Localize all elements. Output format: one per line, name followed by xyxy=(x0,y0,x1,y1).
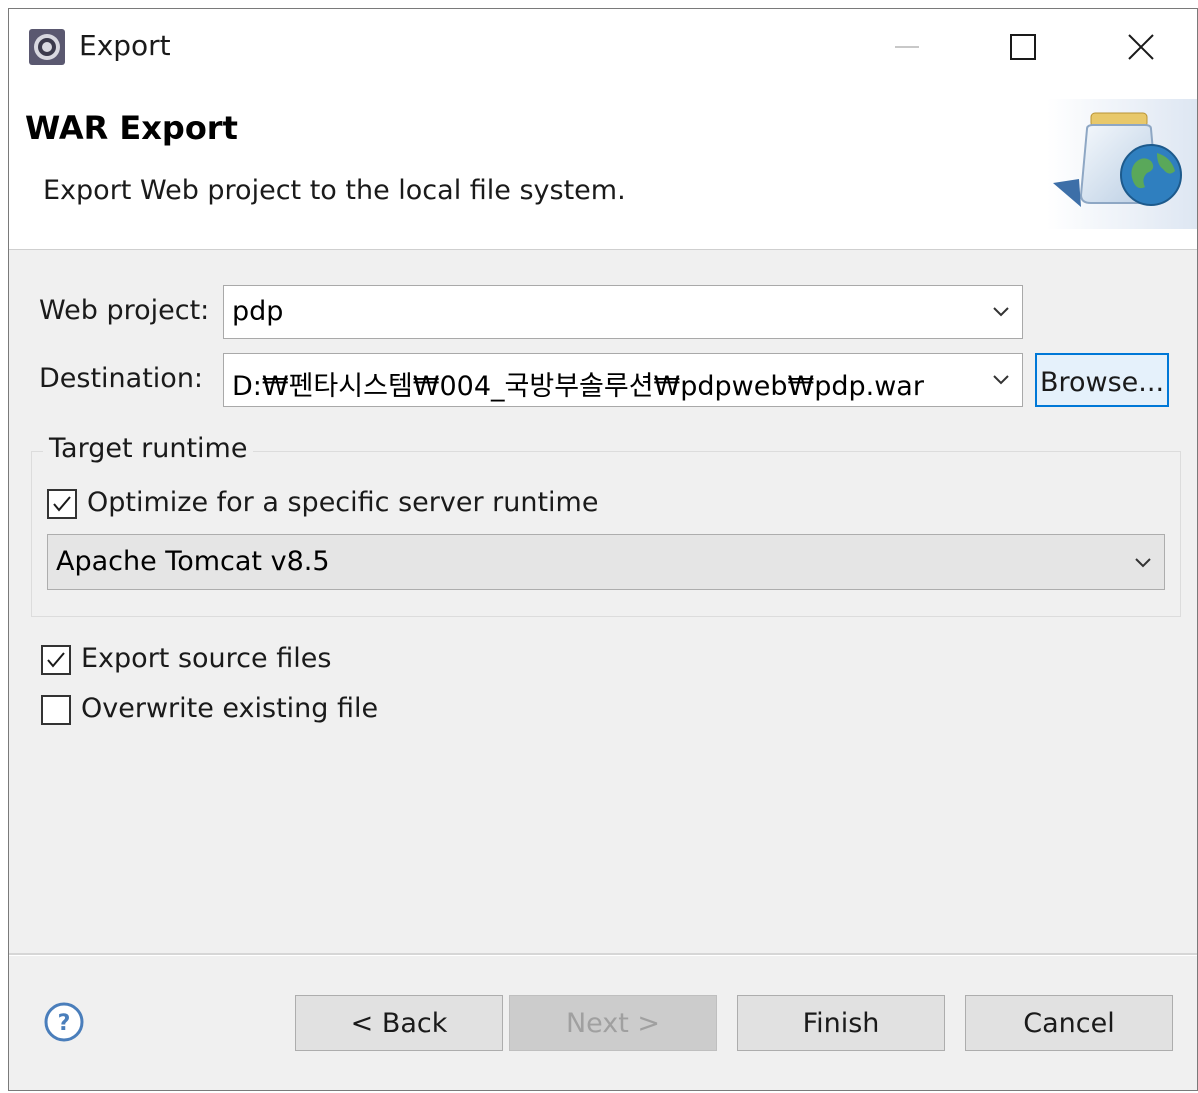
window-title: Export xyxy=(79,29,171,62)
next-button-label: Next > xyxy=(565,1008,661,1039)
optimize-runtime-checkbox[interactable] xyxy=(47,489,77,519)
target-runtime-label: Target runtime xyxy=(43,433,254,464)
export-source-label[interactable]: Export source files xyxy=(81,643,331,674)
chevron-down-icon[interactable] xyxy=(1132,551,1154,573)
wizard-title: WAR Export xyxy=(25,109,238,147)
title-bar: Export xyxy=(9,9,1197,85)
back-button-label: < Back xyxy=(350,1008,448,1039)
web-project-combo[interactable]: pdp xyxy=(223,285,1023,339)
svg-text:?: ? xyxy=(58,1011,71,1036)
web-project-label: Web project: xyxy=(39,295,210,326)
cancel-button[interactable]: Cancel xyxy=(965,995,1173,1051)
runtime-select[interactable]: Apache Tomcat v8.5 xyxy=(47,534,1165,590)
footer-separator xyxy=(9,953,1197,956)
finish-button[interactable]: Finish xyxy=(737,995,945,1051)
destination-label: Destination: xyxy=(39,363,204,394)
finish-button-label: Finish xyxy=(802,1008,880,1039)
checkmark-icon xyxy=(47,652,65,668)
overwrite-label[interactable]: Overwrite existing file xyxy=(81,693,378,724)
wizard-header: WAR Export Export Web project to the loc… xyxy=(9,85,1197,250)
help-icon[interactable]: ? xyxy=(43,1001,85,1043)
back-button[interactable]: < Back xyxy=(295,995,503,1051)
eclipse-app-icon xyxy=(29,29,65,65)
optimize-runtime-label[interactable]: Optimize for a specific server runtime xyxy=(87,487,598,518)
chevron-down-icon[interactable] xyxy=(990,300,1012,322)
web-project-value: pdp xyxy=(232,296,284,327)
next-button[interactable]: Next > xyxy=(509,995,717,1051)
browse-button-label: Browse... xyxy=(1039,367,1165,398)
minimize-icon[interactable] xyxy=(879,21,935,73)
chevron-down-icon[interactable] xyxy=(990,368,1012,390)
export-source-checkbox[interactable] xyxy=(41,645,71,675)
overwrite-checkbox[interactable] xyxy=(41,695,71,725)
close-icon[interactable] xyxy=(1113,21,1169,73)
maximize-icon[interactable] xyxy=(995,21,1051,73)
runtime-value: Apache Tomcat v8.5 xyxy=(56,546,330,577)
jar-globe-icon xyxy=(1047,99,1197,229)
wizard-description: Export Web project to the local file sys… xyxy=(43,175,626,206)
browse-button[interactable]: Browse... xyxy=(1035,353,1169,407)
checkmark-icon xyxy=(53,496,71,512)
cancel-button-label: Cancel xyxy=(1023,1008,1115,1039)
export-dialog: Export WAR Export Export Web project to … xyxy=(8,8,1198,1091)
destination-value: D:₩펜타시스템₩004_국방부솔루션₩pdpweb₩pdp.war xyxy=(232,371,924,402)
destination-combo[interactable]: D:₩펜타시스템₩004_국방부솔루션₩pdpweb₩pdp.war xyxy=(223,353,1023,407)
